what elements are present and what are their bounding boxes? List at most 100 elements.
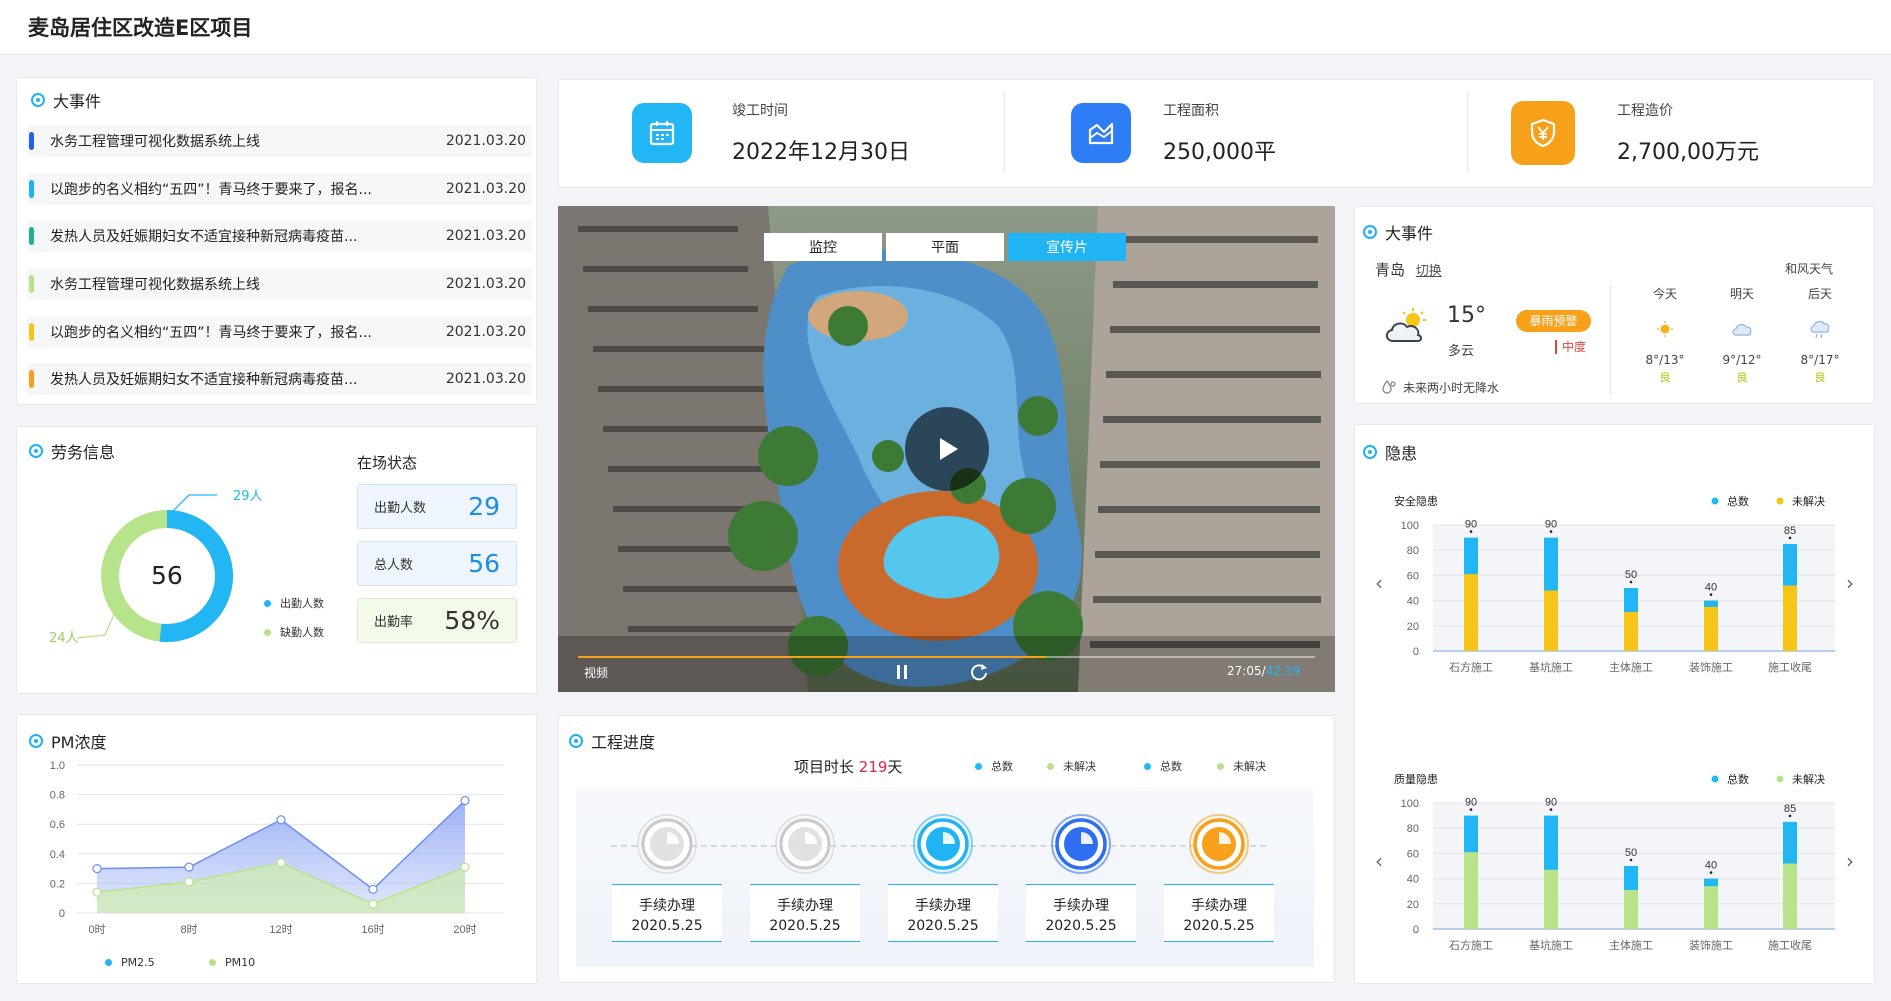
legend-total: 总数 bbox=[1144, 758, 1182, 774]
event-bar bbox=[29, 132, 34, 150]
x-tick-label: 装饰施工 bbox=[1689, 660, 1733, 674]
calendar-icon bbox=[632, 103, 692, 163]
stat-value: 2022年12月30日 bbox=[732, 140, 910, 165]
video-label: 视频 bbox=[584, 666, 609, 680]
promo-video[interactable]: 监控 平面 宣传片 视频 27:05/42:39 bbox=[558, 206, 1335, 692]
x-tick-label: 基坑施工 bbox=[1529, 660, 1573, 674]
total-box: 总人数 56 bbox=[357, 541, 517, 586]
bar-unsolved bbox=[1544, 869, 1558, 929]
x-tick-label: 施工收尾 bbox=[1768, 660, 1812, 674]
event-bar bbox=[29, 275, 34, 294]
stat-label: 竣工时间 bbox=[732, 103, 788, 119]
next-arrow-icon[interactable]: › bbox=[1846, 571, 1854, 595]
bar-marker bbox=[1709, 871, 1713, 874]
weather-desc: 多云 bbox=[1448, 344, 1475, 359]
pause-icon[interactable] bbox=[895, 663, 909, 685]
current-time: 27:05 bbox=[1227, 664, 1262, 678]
city-name: 青岛 bbox=[1375, 261, 1406, 279]
x-tick-label: 装饰施工 bbox=[1689, 938, 1733, 952]
x-tick-label: 20时 bbox=[453, 923, 476, 936]
y-tick-label: 20 bbox=[1407, 621, 1419, 633]
legend-total: 总数 bbox=[1727, 772, 1749, 786]
rate-box: 出勤率 58% bbox=[357, 598, 517, 643]
bar-marker bbox=[1629, 580, 1633, 584]
divider bbox=[1004, 93, 1005, 171]
current-temp: 15° bbox=[1447, 303, 1486, 328]
stat-value: 250,000平 bbox=[1163, 140, 1276, 165]
tab-monitor[interactable]: 监控 bbox=[764, 233, 882, 261]
stat-cost: 工程造价 2,700,00万元 bbox=[1511, 77, 1759, 189]
labor-card: 劳务信息 56 29人 24人 出勤人数 缺勤人数 在场状态 出勤人数 29 总… bbox=[16, 426, 537, 694]
legend-absent: 缺勤人数 bbox=[264, 624, 324, 640]
quality-hazard-chart: 质量隐患 总数 未解决 0 20 40 60 80 100 90 石方施工 90 基坑施工 50 主体施工 4… bbox=[1394, 772, 1835, 952]
legend-pm10: PM10 bbox=[209, 956, 255, 969]
prev-arrow-icon[interactable]: ‹ bbox=[1375, 849, 1383, 873]
legend-dot bbox=[105, 959, 112, 966]
data-point bbox=[276, 815, 286, 825]
forecast-day: 明天 9°/12° 良 bbox=[1722, 287, 1762, 384]
list-item[interactable]: 发热人员及妊娠期妇女不适宜接种新冠病毒疫苗... 2021.03.20 bbox=[27, 220, 532, 253]
list-item[interactable]: 水务工程管理可视化数据系统上线 2021.03.20 bbox=[27, 268, 532, 301]
data-point bbox=[184, 862, 194, 872]
pm-card: PM浓度 0 0.2 0.4 0.6 0.8 1.0 0时 8时 12时 16时 20时 PM2.5… bbox=[16, 714, 537, 984]
data-point bbox=[184, 877, 194, 887]
step-box[interactable]: 手续办理 2020.5.25 bbox=[612, 884, 722, 942]
bar-marker bbox=[1788, 536, 1792, 540]
legend-dot bbox=[1776, 497, 1784, 505]
tab-plan[interactable]: 平面 bbox=[886, 233, 1004, 261]
sun-icon bbox=[1657, 321, 1673, 337]
y-tick-label: 20 bbox=[1407, 899, 1419, 911]
video-progress[interactable] bbox=[578, 656, 1315, 658]
switch-city-link[interactable]: 切换 bbox=[1416, 264, 1442, 279]
target-icon bbox=[569, 734, 583, 748]
stat-completion: 竣工时间 2022年12月30日 bbox=[632, 77, 910, 189]
legend-dot bbox=[264, 599, 271, 607]
pm-area-chart: 0 0.2 0.4 0.6 0.8 1.0 0时 8时 12时 16时 20时 bbox=[50, 760, 504, 936]
list-item[interactable]: 以跑步的名义相约“五四”！青马终于要来了，报名... 2021.03.20 bbox=[27, 172, 532, 205]
step-box[interactable]: 手续办理 2020.5.25 bbox=[1026, 884, 1136, 942]
step-box[interactable]: 手续办理 2020.5.25 bbox=[1164, 884, 1274, 942]
y-tick-label: 40 bbox=[1407, 596, 1419, 608]
total-count: 56 bbox=[151, 561, 183, 590]
event-bar bbox=[29, 227, 34, 246]
page-title: 麦岛居住区改造E区项目 bbox=[28, 16, 253, 40]
legend-dot bbox=[1144, 762, 1151, 770]
chart-title: 质量隐患 bbox=[1394, 773, 1438, 786]
next-arrow-icon[interactable]: › bbox=[1846, 849, 1854, 873]
area-chart-icon bbox=[1071, 103, 1131, 163]
forecast-note: 未来两小时无降水 bbox=[1403, 381, 1500, 395]
data-point bbox=[460, 795, 470, 806]
bar-unsolved bbox=[1704, 606, 1718, 651]
yuan-shield-icon bbox=[1511, 101, 1575, 165]
legend-dot bbox=[209, 959, 216, 966]
bar-marker bbox=[1788, 814, 1792, 818]
bar-unsolved bbox=[1783, 863, 1797, 929]
y-tick-label: 100 bbox=[1401, 520, 1419, 532]
legend-present: 出勤人数 bbox=[264, 595, 324, 611]
data-label: 40 bbox=[1705, 582, 1717, 594]
list-item[interactable]: 以跑步的名义相约“五四”！青马终于要来了，报名... 2021.03.20 bbox=[27, 315, 532, 348]
data-label: 40 bbox=[1705, 860, 1717, 872]
storm-alert-badge: 暴雨预警 bbox=[1516, 310, 1591, 332]
target-icon bbox=[31, 93, 45, 107]
legend-unsolved: 未解决 bbox=[1792, 494, 1825, 508]
stat-label: 工程面积 bbox=[1163, 103, 1219, 119]
x-tick-label: 8时 bbox=[180, 923, 197, 936]
legend-pm25: PM2.5 bbox=[105, 956, 155, 969]
prev-arrow-icon[interactable]: ‹ bbox=[1375, 571, 1383, 595]
bar-unsolved bbox=[1624, 889, 1638, 929]
bar-unsolved bbox=[1544, 590, 1558, 651]
step-box[interactable]: 手续办理 2020.5.25 bbox=[888, 884, 998, 942]
list-item[interactable]: 发热人员及妊娠期妇女不适宜接种新冠病毒疫苗... 2021.03.20 bbox=[27, 363, 532, 396]
legend-dot bbox=[975, 762, 982, 770]
legend-dot bbox=[1047, 762, 1054, 770]
step-box[interactable]: 手续办理 2020.5.25 bbox=[750, 884, 860, 942]
x-tick-label: 石方施工 bbox=[1449, 938, 1493, 952]
divider bbox=[1610, 285, 1611, 395]
legend-dot bbox=[264, 628, 271, 636]
y-tick-label: 60 bbox=[1407, 848, 1419, 860]
play-button[interactable] bbox=[905, 407, 989, 491]
replay-icon[interactable] bbox=[969, 662, 989, 686]
list-item[interactable]: 水务工程管理可视化数据系统上线 2021.03.20 bbox=[27, 125, 532, 157]
tab-promo[interactable]: 宣传片 bbox=[1008, 233, 1126, 261]
